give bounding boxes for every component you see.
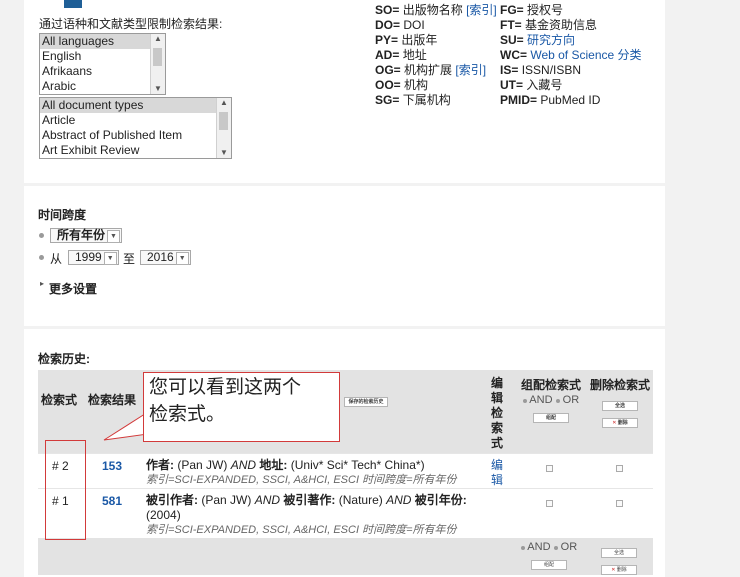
language-option[interactable]: Arabic [40,79,165,94]
callout-line: 检索式。 [149,403,226,425]
or-radio[interactable] [553,546,558,550]
select-all-button[interactable]: 全选 [602,401,638,411]
field-tag-so: SO= 出版物名称 [索引] [375,3,497,17]
more-settings-link[interactable]: 更多设置 [49,280,97,297]
field-tag-do: DO= DOI [375,18,425,32]
year-range-radio[interactable] [39,255,44,260]
header-combine-label: 组配检索式 [520,378,581,392]
field-tags-col1: SO= 出版物名称 [索引] DO= DOI PY= 出版年 AD= 地址 OG… [375,3,497,108]
combine-button[interactable]: 组配 [533,413,569,423]
logo-fragment [64,0,82,8]
caret-right-icon: ▸ [40,279,45,288]
timespan-title: 时间跨度 [38,208,87,222]
combine-checkbox[interactable] [545,499,553,507]
field-tag-og: OG= 机构扩展 [索引] [375,63,487,77]
wos-category-link[interactable]: Web of Science 分类 [530,48,641,62]
filter-label: 通过语种和文献类型限制检索结果: [39,17,223,31]
language-option[interactable]: All languages [40,34,165,49]
chevron-down-icon: ▼ [175,252,189,265]
field-tag-ad: AD= 地址 [375,48,427,62]
and-radio[interactable] [520,546,525,550]
doctype-option[interactable]: All document types [40,98,231,113]
all-years-value: 所有年份 [57,228,106,242]
history-row: # 2 153 作者: (Pan JW) AND 地址: (Univ* Sci*… [38,453,653,488]
research-area-link[interactable]: 研究方向 [527,33,575,47]
language-scrollbar[interactable]: ▲ ▼ [150,34,165,94]
field-tag-wc: WC= Web of Science 分类 [500,48,642,62]
scroll-up-icon[interactable]: ▲ [217,98,231,107]
to-year-value: 2016 [147,250,174,264]
header-delete-label: 删除检索式 [589,378,650,392]
highlight-box [45,440,86,540]
timespan-panel [24,186,665,326]
or-label: OR [560,541,578,553]
field-tag-oo: OO= 机构 [375,78,429,92]
close-icon: ✕ [612,420,617,426]
history-footer-row: AND OR 组配 全选 ✕ 删除 [38,538,653,575]
field-tag-pmid: PMID= PubMed ID [500,93,601,107]
scroll-down-icon[interactable]: ▼ [151,84,165,93]
and-radio[interactable] [522,399,527,403]
result-count-link[interactable]: 153 [86,453,144,488]
from-year-value: 1999 [75,250,102,264]
and-label: AND [527,541,551,553]
delete-checkbox[interactable] [615,499,623,507]
and-label: AND [529,394,553,406]
language-option[interactable]: Afrikaans [40,64,165,79]
saved-history-button[interactable]: 保存的检索历史 [344,397,388,407]
field-tags-col2: FG= 授权号 FT= 基金资助信息 SU= 研究方向 WC= Web of S… [500,3,642,108]
chevron-down-icon: ▼ [103,252,117,265]
query-index-info: 索引=SCI-EXPANDED, SSCI, A&HCI, ESCI 时间跨度=… [146,523,457,536]
scroll-thumb[interactable] [153,48,162,66]
from-year-select[interactable]: 1999 ▼ [68,250,119,265]
all-years-select[interactable]: 所有年份 ▼ [50,228,123,243]
delete-checkbox[interactable] [615,464,623,472]
delete-button[interactable]: ✕ 删除 [601,565,637,575]
field-tag-su: SU= 研究方向 [500,33,576,47]
close-icon: ✕ [611,567,616,573]
combine-checkbox[interactable] [545,464,553,472]
all-years-radio[interactable] [39,233,44,238]
doctype-option[interactable]: Art Exhibit Review [40,143,231,158]
header-combine: 组配检索式 AND OR 组配 [513,370,585,453]
callout-line: 您可以看到这两个 [149,376,302,398]
scroll-up-icon[interactable]: ▲ [151,34,165,43]
history-title: 检索历史: [38,352,90,366]
query-text: 被引作者: (Pan JW) AND 被引著作: (Nature) AND 被引… [144,488,488,538]
select-all-button[interactable]: 全选 [601,548,637,558]
chevron-down-icon: ▼ [107,230,121,243]
index-link[interactable]: [索引] [466,3,497,17]
field-tag-sg: SG= 下属机构 [375,93,451,107]
edit-link[interactable]: 编辑 [488,453,513,488]
result-count-link[interactable]: 581 [86,488,144,538]
query-text: 作者: (Pan JW) AND 地址: (Univ* Sci* Tech* C… [144,453,488,488]
combine-button[interactable]: 组配 [531,560,567,570]
field-tag-py: PY= 出版年 [375,33,438,47]
scroll-down-icon[interactable]: ▼ [217,148,231,157]
delete-button[interactable]: ✕ 删除 [602,418,638,428]
scroll-thumb[interactable] [219,112,228,130]
doctype-option[interactable]: Abstract of Published Item [40,128,231,143]
header-edit: 编辑检索式 [488,370,513,453]
field-tag-fg: FG= 授权号 [500,3,564,17]
doctype-scrollbar[interactable]: ▲ ▼ [216,98,231,158]
to-year-select[interactable]: 2016 ▼ [140,250,191,265]
or-label: OR [562,394,580,406]
doctype-option[interactable]: Article [40,113,231,128]
to-label: 至 [123,252,136,266]
language-option[interactable]: English [40,49,165,64]
field-tag-ft: FT= 基金资助信息 [500,18,598,32]
query-index-info: 索引=SCI-EXPANDED, SSCI, A&HCI, ESCI 时间跨度=… [146,473,457,486]
from-label: 从 [50,252,63,266]
field-tag-ut: UT= 入藏号 [500,78,563,92]
field-tag-is: IS= ISSN/ISBN [500,63,582,77]
doctype-listbox[interactable]: All document types Article Abstract of P… [39,97,232,159]
or-radio[interactable] [555,399,560,403]
index-link[interactable]: [索引] [455,63,486,77]
callout-box: 您可以看到这两个 检索式。 [143,372,340,442]
language-listbox[interactable]: All languages English Afrikaans Arabic ▲… [39,33,166,95]
header-delete: 删除检索式 全选 ✕ 删除 [585,370,653,453]
history-row: # 1 581 被引作者: (Pan JW) AND 被引著作: (Nature… [38,488,653,538]
